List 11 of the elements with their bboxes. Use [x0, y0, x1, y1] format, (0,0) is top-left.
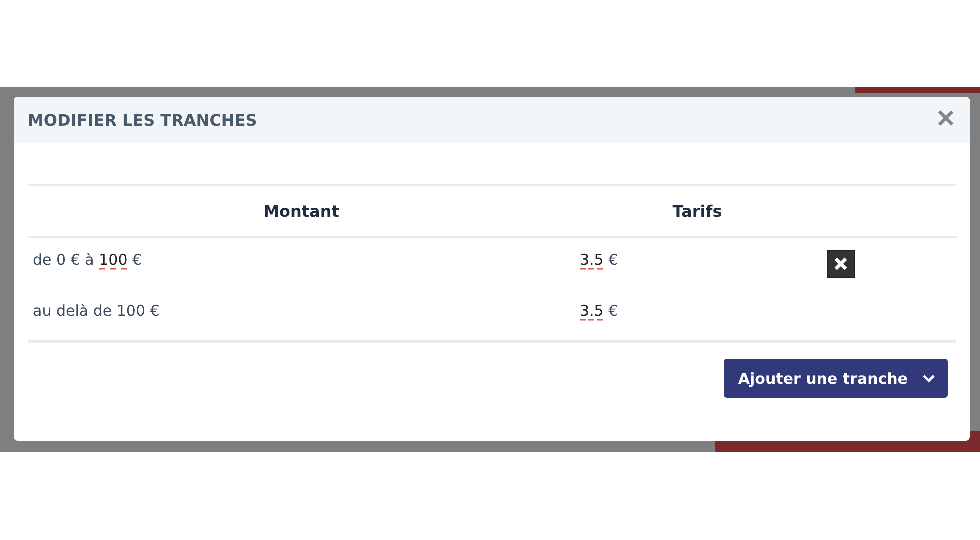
dialog-title: MODIFIER LES TRANCHES [28, 110, 258, 130]
column-header: Tarifs [575, 186, 820, 238]
x-icon [833, 256, 849, 272]
column-header: Montant [28, 186, 575, 238]
chevron-icon [922, 374, 936, 384]
rate-text: 3.5 € [580, 302, 618, 320]
amount-text: de 0 € à 100 € [33, 250, 142, 268]
delete-button[interactable] [827, 250, 855, 278]
add-button[interactable]: Ajouter une tranche [724, 359, 948, 398]
rate-text: 3.5 € [580, 250, 618, 268]
amount-text: au delà de 100 € [33, 302, 160, 320]
